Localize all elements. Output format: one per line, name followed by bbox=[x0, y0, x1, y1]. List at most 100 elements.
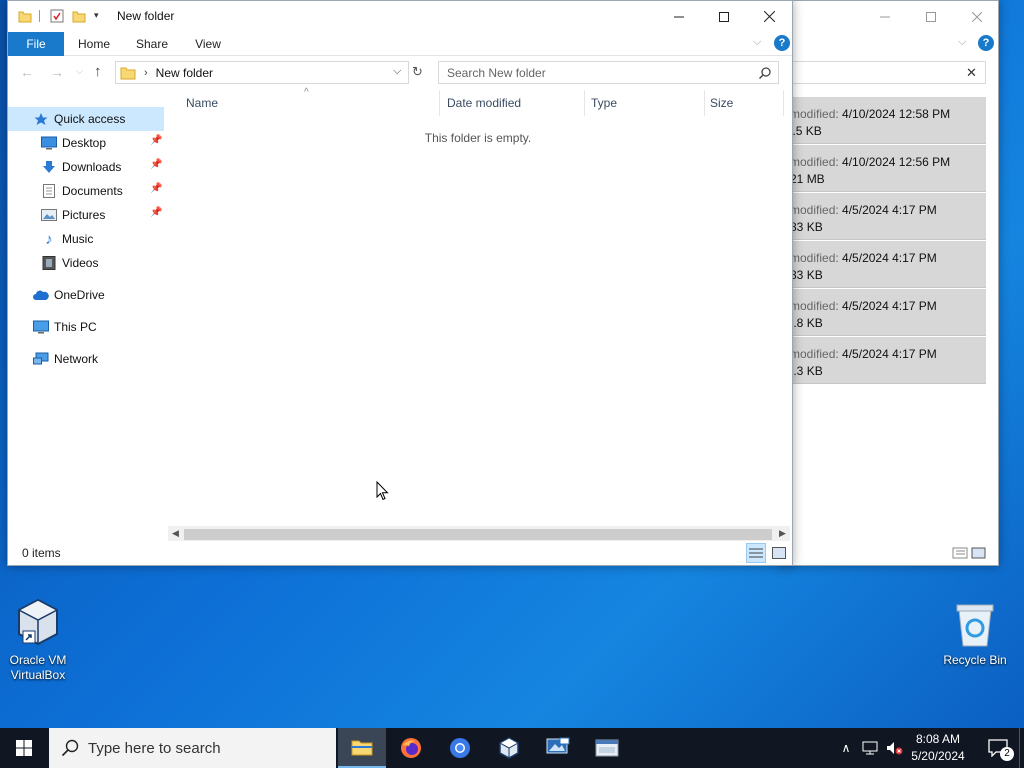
address-dropdown-icon[interactable]: ⌵ bbox=[393, 65, 401, 78]
start-button[interactable] bbox=[0, 728, 48, 768]
background-maximize-button[interactable] bbox=[908, 1, 954, 32]
help-icon[interactable]: ? bbox=[774, 35, 790, 51]
column-header-date-modified[interactable]: Date modified bbox=[441, 90, 585, 116]
virtualbox-label: Oracle VM bbox=[9, 653, 67, 667]
show-hidden-icons-button[interactable]: ∧ bbox=[836, 728, 856, 768]
taskbar-search-box[interactable]: Type here to search bbox=[49, 728, 336, 768]
sidebar-item-label: Quick access bbox=[54, 112, 126, 126]
customize-quick-access-icon[interactable]: ▾ bbox=[94, 10, 99, 21]
action-center-button[interactable]: 2 bbox=[978, 728, 1018, 768]
sidebar-item-documents[interactable]: Documents 📌 bbox=[8, 179, 164, 203]
tab-view[interactable]: View bbox=[185, 32, 231, 56]
windows-logo-icon bbox=[16, 740, 32, 756]
sidebar-item-downloads[interactable]: Downloads 📌 bbox=[8, 155, 164, 179]
column-header-type[interactable]: Type bbox=[585, 90, 705, 116]
forward-button[interactable]: → bbox=[50, 64, 64, 80]
search-box[interactable]: Search New folder bbox=[438, 61, 779, 84]
network-icon bbox=[33, 351, 49, 367]
volume-muted-icon[interactable] bbox=[884, 728, 906, 768]
show-desktop-button[interactable] bbox=[1019, 728, 1024, 768]
sidebar-item-network[interactable]: Network bbox=[8, 347, 164, 371]
taskbar-file-explorer[interactable] bbox=[338, 728, 386, 768]
taskbar-search-input[interactable]: Type here to search bbox=[88, 740, 221, 757]
search-icon bbox=[61, 739, 79, 757]
clear-search-icon[interactable]: ✕ bbox=[966, 65, 977, 81]
file-list-pane[interactable]: ^ Name Date modified Type Size This fold… bbox=[164, 87, 792, 541]
background-search-box[interactable]: ✕ bbox=[780, 61, 986, 84]
refresh-icon[interactable]: ↻ bbox=[412, 64, 423, 80]
tab-share[interactable]: Share bbox=[128, 32, 176, 56]
details-view-icon bbox=[749, 548, 763, 558]
chevron-down-icon[interactable]: ⌵ bbox=[958, 36, 966, 49]
desktop-icon-recycle-bin[interactable]: Recycle Bin bbox=[941, 600, 1009, 670]
pin-icon: 📌 bbox=[150, 135, 163, 146]
new-folder-icon[interactable] bbox=[72, 9, 86, 26]
taskbar-remote-app[interactable] bbox=[534, 728, 582, 768]
folder-icon bbox=[120, 67, 136, 79]
search-input[interactable]: Search New folder bbox=[447, 66, 546, 80]
background-explorer-window[interactable]: ⌵ ? ✕ e modified: 4/10/2024 12:58 PM 11.… bbox=[779, 0, 999, 566]
navigation-pane: Quick access Desktop 📌 Downloads 📌 Docum… bbox=[8, 90, 164, 541]
firefox-icon bbox=[401, 738, 421, 758]
pin-icon: 📌 bbox=[150, 159, 163, 170]
download-arrow-icon bbox=[41, 159, 57, 175]
network-tray-icon bbox=[862, 741, 878, 755]
sidebar-item-this-pc[interactable]: This PC bbox=[8, 315, 164, 339]
close-icon bbox=[763, 11, 775, 22]
sidebar-item-quick-access[interactable]: Quick access bbox=[8, 107, 164, 131]
cloud-icon bbox=[33, 287, 49, 303]
breadcrumb[interactable]: New folder bbox=[156, 66, 213, 80]
taskbar-app-window[interactable] bbox=[583, 728, 631, 768]
list-item[interactable]: e modified: 4/5/2024 4:17 PM 9.83 KB bbox=[780, 241, 986, 288]
details-view-button[interactable] bbox=[746, 543, 766, 563]
sidebar-item-videos[interactable]: Videos bbox=[8, 251, 164, 275]
sidebar-item-label: Downloads bbox=[62, 160, 122, 174]
up-button[interactable]: ↑ bbox=[94, 63, 102, 80]
help-icon[interactable]: ? bbox=[978, 35, 994, 51]
sidebar-item-music[interactable]: ♪ Music bbox=[8, 227, 164, 251]
sidebar-item-onedrive[interactable]: OneDrive bbox=[8, 283, 164, 307]
sidebar-item-label: Videos bbox=[62, 256, 99, 270]
properties-icon[interactable] bbox=[50, 9, 64, 26]
taskbar-virtualbox[interactable] bbox=[485, 728, 533, 768]
address-bar[interactable]: › New folder ⌵ bbox=[115, 61, 409, 84]
list-item[interactable]: e modified: 4/10/2024 12:58 PM 11.5 KB bbox=[780, 97, 986, 144]
expand-ribbon-icon[interactable]: ⌵ bbox=[753, 36, 761, 49]
scroll-right-icon[interactable]: ▶ bbox=[779, 528, 786, 539]
recent-locations-icon[interactable]: ⌵ bbox=[76, 66, 83, 77]
large-icons-view-button[interactable] bbox=[769, 543, 789, 563]
tab-file[interactable]: File bbox=[8, 32, 64, 56]
desktop-icon-virtualbox[interactable]: Oracle VM VirtualBox bbox=[4, 598, 72, 684]
background-titlebar bbox=[780, 1, 998, 32]
background-close-button[interactable] bbox=[954, 1, 998, 32]
network-status-icon[interactable] bbox=[860, 728, 880, 768]
list-item[interactable]: e modified: 4/5/2024 4:17 PM 10.8 KB bbox=[780, 289, 986, 336]
list-item[interactable]: e modified: 4/10/2024 12:56 PM 3.21 MB bbox=[780, 145, 986, 192]
sidebar-item-pictures[interactable]: Pictures 📌 bbox=[8, 203, 164, 227]
mouse-cursor-icon bbox=[376, 481, 389, 501]
titlebar: ▾ New folder bbox=[8, 1, 792, 32]
taskbar-chrome[interactable] bbox=[436, 728, 484, 768]
scroll-left-icon[interactable]: ◀ bbox=[172, 528, 179, 539]
minimize-button[interactable] bbox=[656, 1, 702, 32]
list-item[interactable]: e modified: 4/5/2024 4:17 PM 9.83 KB bbox=[780, 193, 986, 240]
sidebar-item-label: Pictures bbox=[62, 208, 106, 222]
window-title: New folder bbox=[117, 9, 175, 23]
sidebar-item-desktop[interactable]: Desktop 📌 bbox=[8, 131, 164, 155]
background-minimize-button[interactable] bbox=[862, 1, 908, 32]
column-header-name[interactable]: Name bbox=[180, 90, 440, 116]
column-header-size[interactable]: Size bbox=[704, 90, 784, 116]
scrollbar-thumb[interactable] bbox=[184, 529, 772, 540]
taskbar-firefox[interactable] bbox=[387, 728, 435, 768]
list-item[interactable]: e modified: 4/5/2024 4:17 PM 10.3 KB bbox=[780, 337, 986, 384]
details-view-icon[interactable] bbox=[952, 546, 986, 560]
close-button[interactable] bbox=[746, 1, 792, 32]
maximize-button[interactable] bbox=[701, 1, 747, 32]
background-ribbon: ⌵ ? bbox=[780, 32, 998, 56]
back-button[interactable]: ← bbox=[20, 64, 34, 80]
tab-home[interactable]: Home bbox=[70, 32, 118, 56]
clock[interactable]: 8:08 AM 5/20/2024 bbox=[908, 728, 968, 768]
status-bar: 0 items bbox=[8, 541, 792, 565]
explorer-window[interactable]: ▾ New folder File Home Share View ⌵ ? ← … bbox=[7, 0, 793, 566]
virtualbox-label-2: VirtualBox bbox=[10, 668, 66, 682]
